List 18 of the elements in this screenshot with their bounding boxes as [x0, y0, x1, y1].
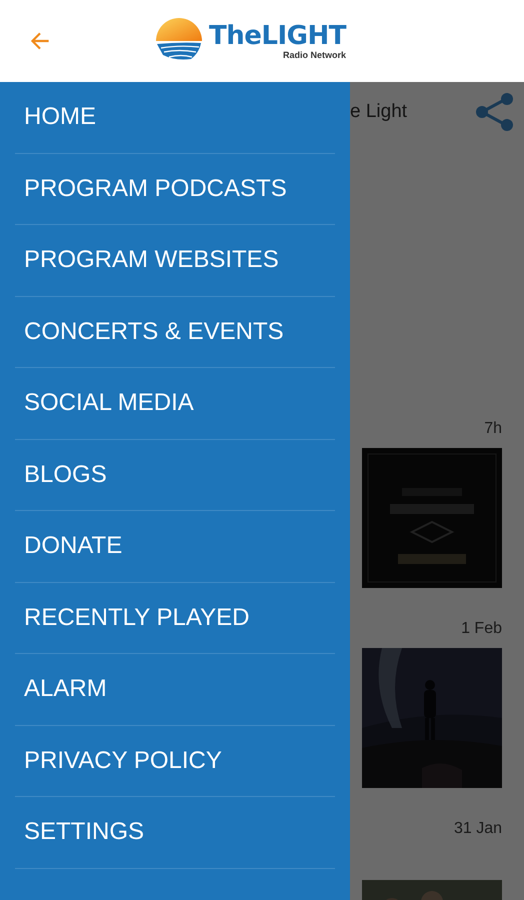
- menu-item[interactable]: SETTINGS: [24, 818, 144, 846]
- post-time: 1 Feb: [461, 620, 502, 638]
- menu-item[interactable]: PRIVACY POLICY: [24, 746, 222, 775]
- menu-item[interactable]: HOME: [24, 103, 96, 132]
- page-title: e Light: [350, 101, 408, 123]
- logo-title: TheLIGHT: [209, 22, 346, 50]
- menu-item[interactable]: DONATE: [24, 532, 122, 560]
- logo-subtitle: Radio Network: [282, 50, 346, 60]
- menu-item[interactable]: SOCIAL MEDIA: [24, 389, 194, 418]
- post-time: 31 Jan: [454, 820, 502, 838]
- post-time: 7h: [484, 420, 502, 438]
- menu-item[interactable]: PROGRAM PODCASTS: [24, 174, 287, 203]
- menu-item[interactable]: PROGRAM WEBSITES: [24, 246, 279, 274]
- menu-item[interactable]: BLOGS: [24, 460, 107, 489]
- menu-item[interactable]: ALARM: [24, 675, 107, 704]
- share-icon[interactable]: [474, 92, 514, 132]
- menu-item[interactable]: RECENTLY PLAYED: [24, 604, 250, 632]
- menu-item[interactable]: CONCERTS & EVENTS: [24, 318, 284, 346]
